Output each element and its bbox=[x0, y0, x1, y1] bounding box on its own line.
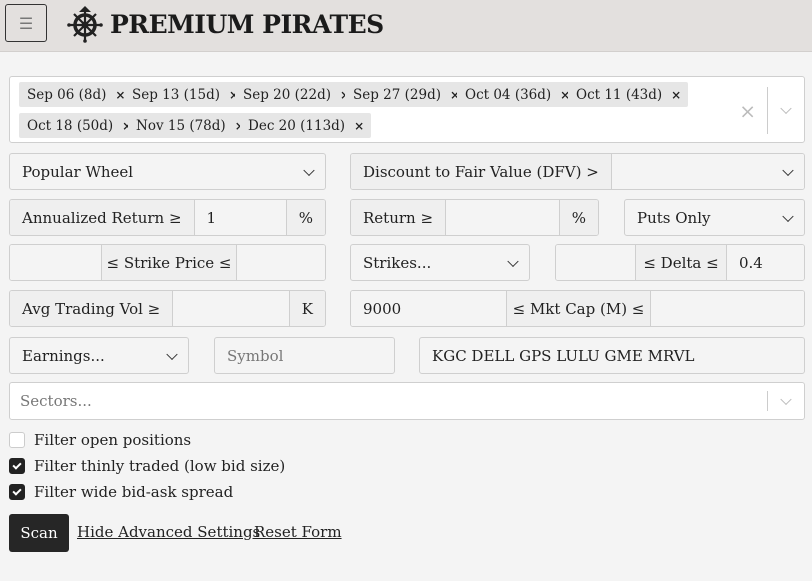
strike-price-group: ≤ Strike Price ≤ bbox=[9, 244, 326, 281]
annualized-return-group: Annualized Return ≥ 1 % bbox=[9, 199, 326, 236]
checkbox[interactable] bbox=[9, 458, 25, 474]
chevron-down-icon bbox=[782, 164, 794, 176]
filter-thinly-traded[interactable]: Filter thinly traded (low bid size) bbox=[9, 457, 285, 475]
dfv-select[interactable] bbox=[610, 154, 804, 189]
remove-tag-icon[interactable]: × bbox=[671, 88, 681, 102]
percent-suffix: % bbox=[285, 200, 325, 235]
checkbox[interactable] bbox=[9, 484, 25, 500]
chevron-down-icon bbox=[303, 164, 315, 176]
tag-label: Oct 11 (43d) bbox=[576, 86, 663, 103]
expiration-tag: Oct 04 (36d) × bbox=[457, 82, 578, 107]
option-type-select[interactable]: Puts Only bbox=[624, 199, 805, 236]
divider bbox=[767, 87, 768, 134]
checkbox-label: Filter thinly traded (low bid size) bbox=[34, 457, 286, 475]
clear-all-icon[interactable]: × bbox=[739, 99, 756, 123]
top-bar: ☰ PREMIUM PIRATES bbox=[0, 0, 812, 52]
symbol-placeholder: Symbol bbox=[227, 346, 284, 365]
filter-open-positions[interactable]: Filter open positions bbox=[9, 431, 191, 449]
strikes-value: Strikes... bbox=[363, 253, 432, 272]
sectors-multiselect[interactable]: Sectors... bbox=[9, 382, 805, 420]
tag-label: Nov 15 (78d) bbox=[136, 117, 226, 134]
delta-max-input[interactable]: 0.4 bbox=[726, 245, 804, 280]
return-input[interactable] bbox=[445, 200, 559, 235]
annualized-return-label: Annualized Return ≥ bbox=[10, 200, 194, 235]
k-suffix: K bbox=[288, 291, 325, 326]
expiration-tag: Sep 20 (22d)× bbox=[235, 82, 358, 107]
percent-suffix: % bbox=[558, 200, 598, 235]
mkt-cap-max-input[interactable] bbox=[650, 291, 804, 326]
checkbox-label: Filter wide bid-ask spread bbox=[34, 483, 234, 501]
remove-tag-icon[interactable]: × bbox=[354, 119, 364, 133]
tag-label: Sep 20 (22d) bbox=[243, 86, 331, 103]
annualized-return-input[interactable]: 1 bbox=[193, 200, 286, 235]
reset-form-link[interactable]: Reset Form bbox=[254, 523, 342, 541]
strike-price-label: ≤ Strike Price ≤ bbox=[101, 245, 236, 280]
chevron-down-icon bbox=[780, 393, 792, 406]
earnings-value: Earnings... bbox=[22, 346, 105, 365]
sectors-placeholder: Sectors... bbox=[20, 392, 92, 410]
filter-wide-spread[interactable]: Filter wide bid-ask spread bbox=[9, 483, 233, 501]
dfv-group: Discount to Fair Value (DFV) > bbox=[350, 153, 805, 190]
chevron-down-icon bbox=[507, 255, 519, 267]
tag-label: Sep 13 (15d) bbox=[132, 86, 220, 103]
delta-group: ≤ Delta ≤ 0.4 bbox=[555, 244, 805, 281]
expiration-tag: Oct 11 (43d) × bbox=[568, 82, 689, 107]
strike-max-input[interactable] bbox=[236, 245, 325, 280]
expiration-tag: Nov 15 (78d)× bbox=[128, 113, 252, 138]
symbol-input[interactable]: Symbol bbox=[214, 337, 395, 374]
mkt-cap-group: 9000 ≤ Mkt Cap (M) ≤ bbox=[350, 290, 805, 327]
strikes-select[interactable]: Strikes... bbox=[350, 244, 530, 281]
ship-wheel-icon bbox=[67, 6, 103, 43]
hamburger-icon: ☰ bbox=[18, 13, 34, 33]
checkbox[interactable] bbox=[9, 432, 25, 448]
scan-button[interactable]: Scan bbox=[9, 514, 69, 552]
option-type-value: Puts Only bbox=[637, 208, 711, 227]
tag-label: Sep 06 (8d) bbox=[27, 86, 107, 103]
avg-trading-vol-group: Avg Trading Vol ≥ K bbox=[9, 290, 326, 327]
menu-button[interactable]: ☰ bbox=[5, 4, 47, 42]
expiration-tag: Sep 13 (15d)× bbox=[124, 82, 247, 107]
exclude-symbols-input[interactable]: KGC DELL GPS LULU GME MRVL bbox=[419, 337, 805, 374]
exclude-symbols-value: KGC DELL GPS LULU GME MRVL bbox=[432, 346, 695, 365]
return-label: Return ≥ bbox=[351, 200, 446, 235]
expiration-tag: Sep 27 (29d) × bbox=[345, 82, 468, 107]
chevron-down-icon[interactable] bbox=[780, 102, 792, 114]
tag-label: Oct 18 (50d) bbox=[27, 117, 114, 134]
expiration-tag: Sep 06 (8d) × bbox=[19, 82, 133, 107]
brand[interactable]: PREMIUM PIRATES bbox=[66, 4, 384, 44]
earnings-select[interactable]: Earnings... bbox=[9, 337, 189, 374]
delta-label: ≤ Delta ≤ bbox=[635, 245, 726, 280]
strategy-value: Popular Wheel bbox=[22, 162, 134, 181]
chevron-down-icon bbox=[166, 348, 178, 360]
strategy-select[interactable]: Popular Wheel bbox=[9, 153, 326, 190]
avg-trading-vol-label: Avg Trading Vol ≥ bbox=[10, 291, 173, 326]
tag-label: Oct 04 (36d) bbox=[465, 86, 552, 103]
chevron-down-icon bbox=[782, 210, 794, 222]
avg-trading-vol-input[interactable] bbox=[172, 291, 289, 326]
divider bbox=[767, 391, 768, 411]
expiration-tag: Dec 20 (113d) × bbox=[240, 113, 372, 138]
strike-min-input[interactable] bbox=[10, 245, 101, 280]
tag-label: Dec 20 (113d) bbox=[248, 117, 346, 134]
return-group: Return ≥ % bbox=[350, 199, 599, 236]
expiration-multiselect[interactable]: Sep 06 (8d)× Sep 13 (15d)× Sep 20 (22d)×… bbox=[9, 76, 805, 143]
tag-label: Sep 27 (29d) bbox=[353, 86, 441, 103]
dfv-label: Discount to Fair Value (DFV) > bbox=[351, 154, 611, 189]
mkt-cap-label: ≤ Mkt Cap (M) ≤ bbox=[506, 291, 650, 326]
mkt-cap-min-input[interactable]: 9000 bbox=[351, 291, 506, 326]
brand-title: PREMIUM PIRATES bbox=[110, 9, 384, 39]
delta-min-input[interactable] bbox=[556, 245, 635, 280]
hide-advanced-settings-link[interactable]: Hide Advanced Settings bbox=[77, 523, 260, 541]
checkbox-label: Filter open positions bbox=[34, 431, 192, 449]
expiration-tag: Oct 18 (50d)× bbox=[19, 113, 140, 138]
